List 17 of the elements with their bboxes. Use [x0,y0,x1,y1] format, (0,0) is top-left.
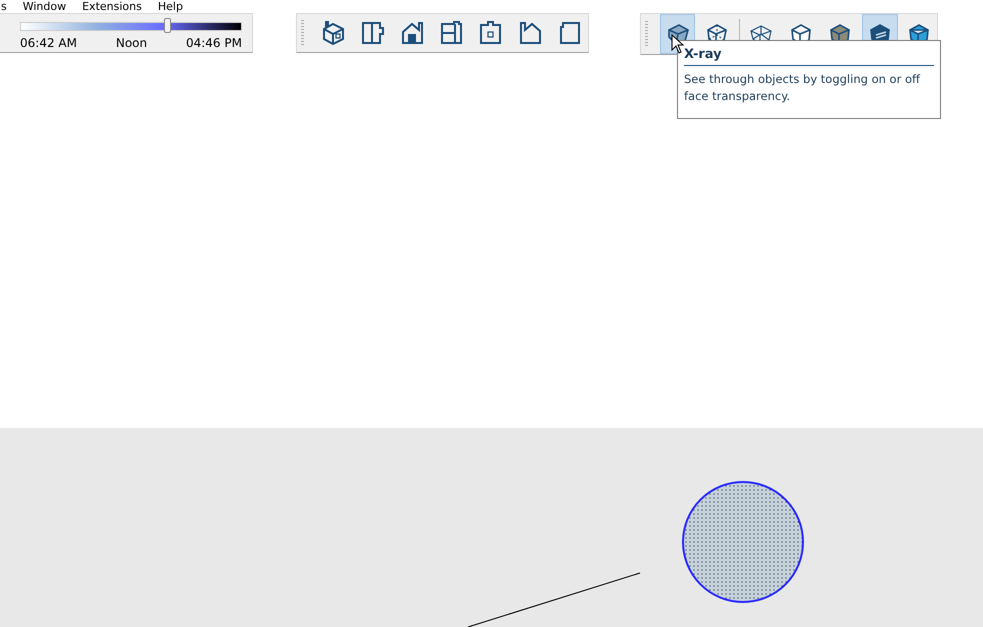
menu-item[interactable]: s [1,0,7,13]
time-label: 04:46 PM [186,36,242,50]
toolbar-grip[interactable] [301,20,304,46]
top-view-icon [360,20,386,46]
tooltip-title: X-ray [684,47,934,66]
right-view-icon [438,20,465,46]
menu-item[interactable]: Window [22,0,66,13]
menu-item[interactable]: Help [158,0,183,13]
front-view-icon [400,20,426,46]
iso-view-icon [320,20,347,46]
menu-item[interactable]: Extensions [82,0,142,13]
tooltip-text: See through objects by toggling on or off face transparency. [684,71,922,105]
time-label: 06:42 AM [20,36,77,50]
slider-thumb[interactable] [164,18,172,33]
time-label: Noon [116,36,148,50]
toolbar-grip[interactable] [645,21,648,47]
left-view-icon [518,20,544,46]
